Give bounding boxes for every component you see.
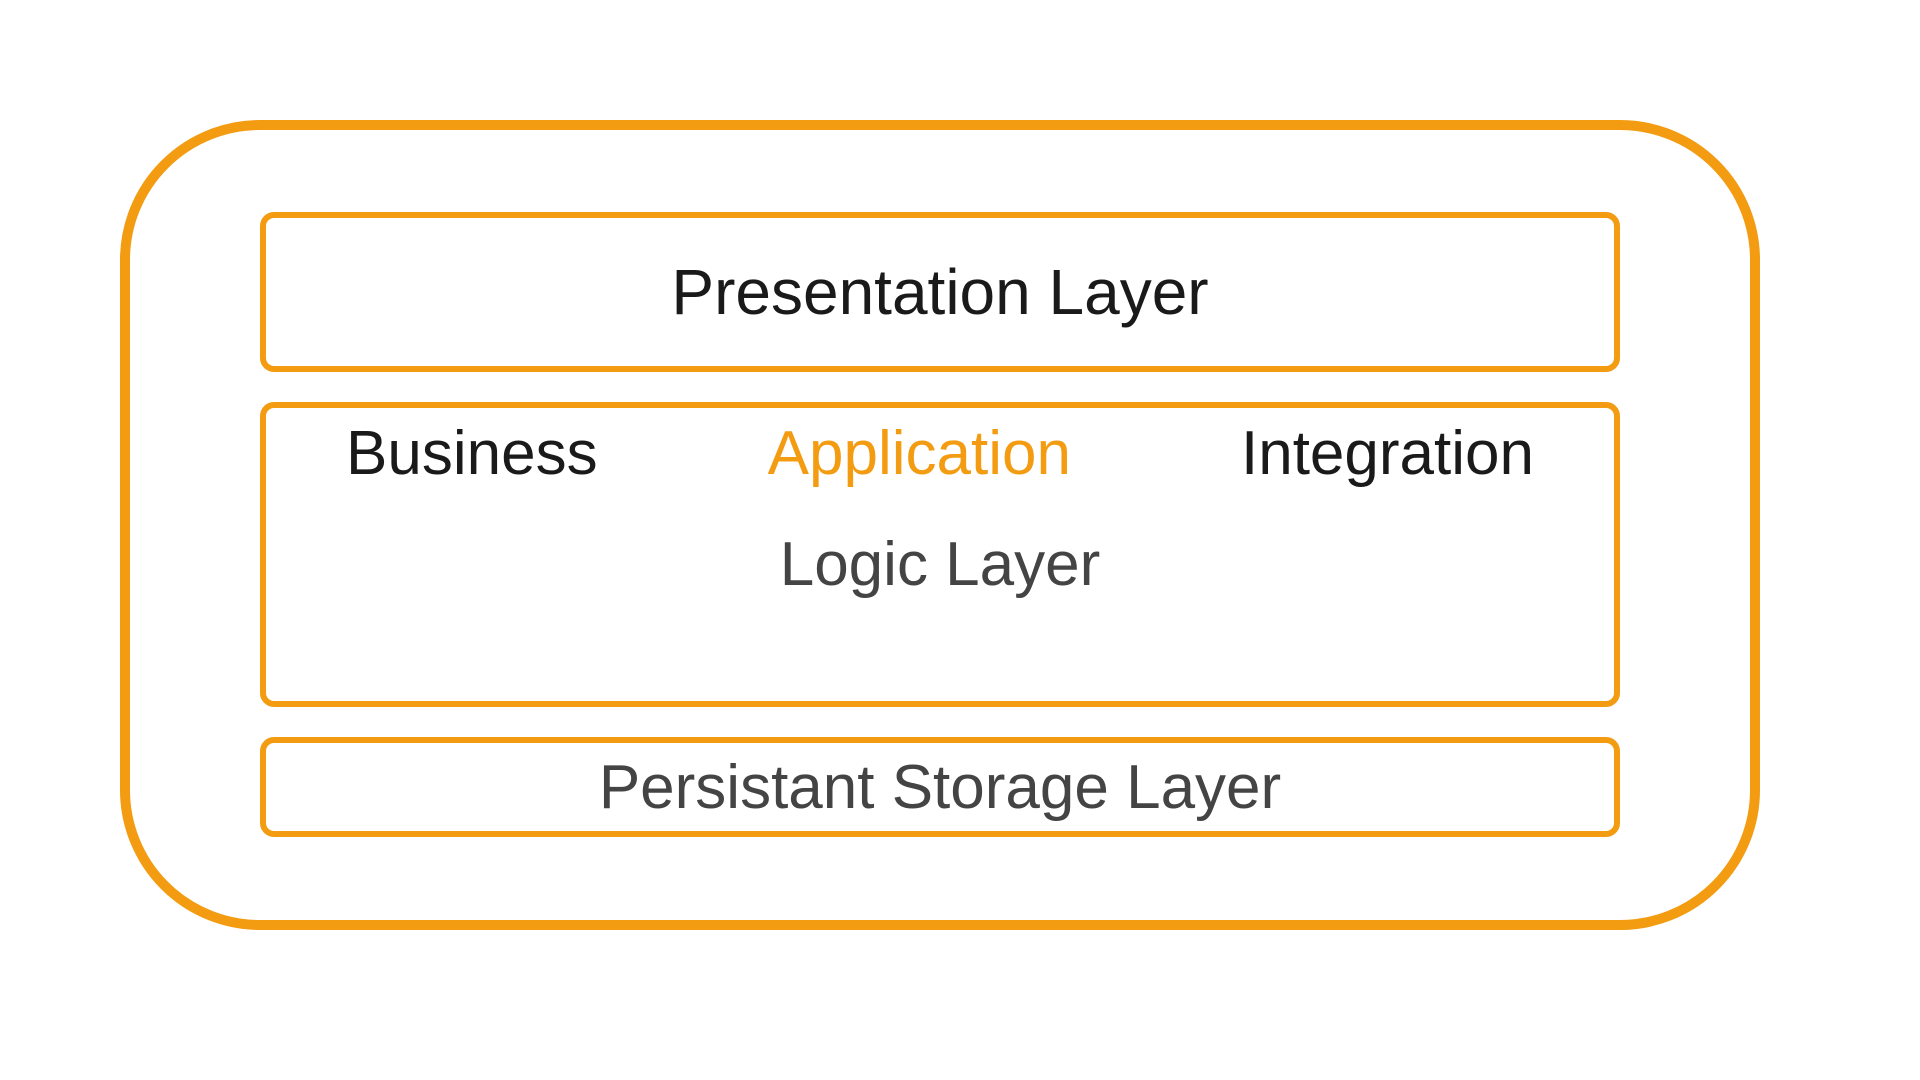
- storage-layer-box: Persistant Storage Layer: [260, 737, 1620, 837]
- presentation-layer-label: Presentation Layer: [671, 255, 1208, 329]
- presentation-layer-box: Presentation Layer: [260, 212, 1620, 372]
- architecture-diagram-container: Presentation Layer Business Application …: [120, 120, 1760, 930]
- logic-layer-row: Business Application Integration: [266, 418, 1614, 489]
- logic-application-label: Application: [768, 418, 1071, 489]
- logic-integration-label: Integration: [1241, 418, 1534, 489]
- logic-layer-box: Business Application Integration Logic L…: [260, 402, 1620, 707]
- logic-layer-subtitle: Logic Layer: [780, 529, 1101, 600]
- logic-business-label: Business: [346, 418, 598, 489]
- layers-stack: Presentation Layer Business Application …: [260, 212, 1620, 838]
- storage-layer-label: Persistant Storage Layer: [599, 752, 1281, 823]
